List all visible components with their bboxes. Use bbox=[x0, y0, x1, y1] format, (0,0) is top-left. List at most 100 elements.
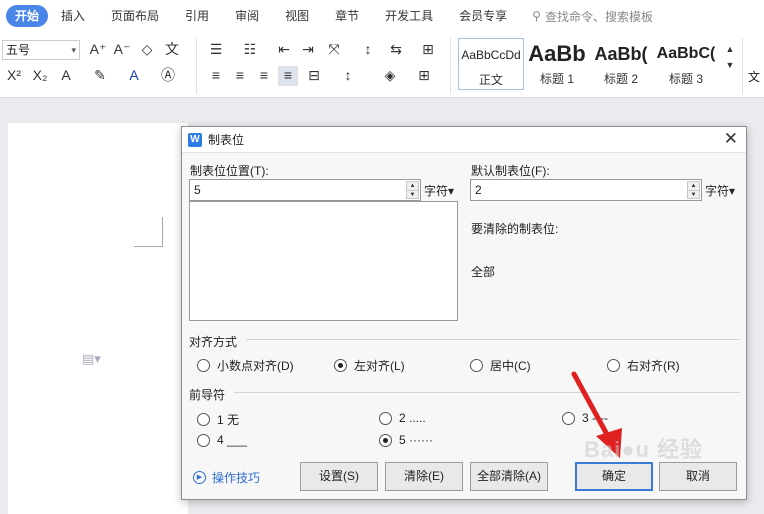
font-color-icon[interactable]: A bbox=[124, 66, 144, 86]
more-styles-label[interactable]: 文 bbox=[748, 68, 760, 85]
default-tab-unit[interactable]: 字符▾ bbox=[705, 182, 735, 199]
spin-up-icon[interactable]: ▲ bbox=[407, 182, 418, 190]
radio-label: 居中(C) bbox=[490, 359, 531, 373]
radio-label: 小数点对齐(D) bbox=[217, 359, 294, 373]
align-left-icon[interactable]: ≡ bbox=[206, 66, 226, 86]
paste-options-icon[interactable]: ▤▾ bbox=[82, 351, 101, 367]
style-heading-1[interactable]: AaBb 标题 1 bbox=[526, 38, 588, 90]
spin-down-icon[interactable]: ▼ bbox=[407, 190, 418, 198]
radio-circle bbox=[197, 433, 210, 447]
table-icon[interactable]: ⊞ bbox=[418, 40, 438, 60]
chevron-down-icon: ▾ bbox=[71, 45, 76, 55]
menu-developer[interactable]: 开发工具 bbox=[372, 5, 446, 27]
leader-middle-dots-radio[interactable]: 5 ······ bbox=[379, 433, 433, 447]
menu-page-layout[interactable]: 页面布局 bbox=[98, 5, 172, 27]
style-caption: 正文 bbox=[478, 73, 503, 87]
styles-scroll-down-icon[interactable]: ▼ bbox=[720, 56, 740, 76]
menu-references[interactable]: 引用 bbox=[172, 5, 222, 27]
show-marks-icon[interactable]: ⇆ bbox=[386, 40, 406, 60]
dialog-titlebar: W 制表位 ✕ bbox=[182, 127, 746, 153]
style-sample: AaBb( bbox=[594, 44, 648, 64]
command-search[interactable]: ⚲ 查找命令、搜索模板 bbox=[532, 8, 653, 25]
leader-underline-radio[interactable]: 4 ___ bbox=[197, 433, 247, 447]
radio-circle bbox=[197, 359, 210, 372]
menu-home[interactable]: 开始 bbox=[6, 5, 49, 27]
radio-circle bbox=[197, 413, 210, 426]
text-effect-icon[interactable]: A bbox=[56, 66, 76, 86]
grow-font-icon[interactable]: A⁺ bbox=[88, 40, 108, 60]
menu-review[interactable]: 审阅 bbox=[222, 5, 272, 27]
leader-none-radio[interactable]: 1 无 bbox=[197, 411, 239, 428]
default-tab-value: 2 bbox=[475, 183, 482, 197]
style-caption: 标题 3 bbox=[668, 72, 703, 86]
sort-icon[interactable]: ↕ bbox=[358, 40, 378, 60]
tab-position-input[interactable]: 5 ▲ ▼ bbox=[189, 179, 421, 201]
font-size-select[interactable]: 五号 ▾ bbox=[2, 40, 80, 60]
to-clear-value: 全部 bbox=[471, 265, 496, 279]
baidu-watermark-logo: Bai●u 经验 bbox=[584, 437, 704, 462]
leader-dots-radio[interactable]: 2 ..... bbox=[379, 411, 426, 425]
close-icon[interactable]: ✕ bbox=[724, 130, 738, 148]
toolbar-divider bbox=[742, 38, 743, 94]
line-spacing-icon[interactable]: ↕ bbox=[338, 66, 358, 86]
style-heading-3[interactable]: AaBbC( 标题 3 bbox=[654, 38, 718, 90]
radio-label: 1 无 bbox=[217, 413, 240, 427]
spin-up-icon[interactable]: ▲ bbox=[688, 182, 699, 190]
clear-button[interactable]: 清除(E) bbox=[385, 462, 463, 491]
cancel-button[interactable]: 取消 bbox=[659, 462, 737, 491]
align-center-icon[interactable]: ≡ bbox=[230, 66, 250, 86]
set-button[interactable]: 设置(S) bbox=[300, 462, 378, 491]
superscript-icon[interactable]: X² bbox=[4, 66, 24, 86]
decrease-indent-icon[interactable]: ⇤ bbox=[274, 40, 294, 60]
shading-icon[interactable]: ◈ bbox=[380, 66, 400, 86]
style-heading-2[interactable]: AaBb( 标题 2 bbox=[590, 38, 652, 90]
style-normal[interactable]: AaBbCcDd 正文 bbox=[458, 38, 524, 90]
default-tab-spinner[interactable]: ▲ ▼ bbox=[687, 181, 700, 199]
tab-position-unit[interactable]: 字符▾ bbox=[424, 182, 454, 199]
shrink-font-icon[interactable]: A⁻ bbox=[112, 40, 132, 60]
chinese-layout-icon[interactable]: ⤧ bbox=[324, 40, 344, 60]
numbered-list-icon[interactable]: ☷ bbox=[240, 40, 260, 60]
menu-member[interactable]: 会员专享 bbox=[446, 5, 520, 27]
style-sample: AaBb bbox=[528, 41, 586, 66]
increase-indent-icon[interactable]: ⇥ bbox=[298, 40, 318, 60]
justify-icon[interactable]: ≡ bbox=[278, 66, 298, 86]
radio-circle bbox=[470, 359, 483, 372]
menu-view[interactable]: 视图 bbox=[272, 5, 322, 27]
spin-down-icon[interactable]: ▼ bbox=[688, 190, 699, 198]
document-page[interactable] bbox=[8, 123, 188, 514]
ok-button[interactable]: 确定 bbox=[575, 462, 653, 491]
tab-position-value: 5 bbox=[194, 183, 201, 197]
font-size-value: 五号 bbox=[6, 43, 31, 57]
char-border-icon[interactable]: Ⓐ bbox=[158, 66, 178, 86]
toolbar-divider bbox=[450, 38, 451, 94]
default-tab-input[interactable]: 2 ▲ ▼ bbox=[470, 179, 702, 201]
menu-section[interactable]: 章节 bbox=[322, 5, 372, 27]
leader-section-title: 前导符 bbox=[189, 388, 226, 402]
tab-position-label: 制表位位置(T): bbox=[190, 164, 269, 178]
section-divider bbox=[234, 392, 740, 393]
align-left-radio[interactable]: 左对齐(L) bbox=[334, 357, 405, 374]
distributed-icon[interactable]: ⊟ bbox=[304, 66, 324, 86]
bullet-list-icon[interactable]: ☰ bbox=[206, 40, 226, 60]
tips-link[interactable]: ▶ 操作技巧 bbox=[193, 469, 260, 486]
radio-label: 5 ······ bbox=[399, 433, 433, 447]
wps-app-icon: W bbox=[188, 132, 202, 147]
align-decimal-radio[interactable]: 小数点对齐(D) bbox=[197, 357, 294, 374]
toolbar-divider bbox=[196, 38, 197, 94]
to-clear-label: 要清除的制表位: bbox=[471, 222, 559, 236]
phonetic-icon[interactable]: 文 bbox=[162, 40, 182, 60]
highlight-icon[interactable]: ✎ bbox=[90, 66, 110, 86]
tab-positions-list[interactable] bbox=[189, 201, 458, 321]
style-caption: 标题 1 bbox=[539, 72, 574, 86]
clear-format-icon[interactable]: ◇ bbox=[137, 40, 157, 60]
menu-insert[interactable]: 插入 bbox=[48, 5, 98, 27]
border-icon[interactable]: ⊞ bbox=[414, 66, 434, 86]
clear-all-button[interactable]: 全部清除(A) bbox=[470, 462, 548, 491]
align-center-radio[interactable]: 居中(C) bbox=[470, 357, 531, 374]
subscript-icon[interactable]: X₂ bbox=[30, 66, 50, 86]
tab-position-spinner[interactable]: ▲ ▼ bbox=[406, 181, 419, 199]
align-right-icon[interactable]: ≡ bbox=[254, 66, 274, 86]
tips-label: 操作技巧 bbox=[212, 471, 261, 485]
radio-label: 左对齐(L) bbox=[354, 359, 405, 373]
